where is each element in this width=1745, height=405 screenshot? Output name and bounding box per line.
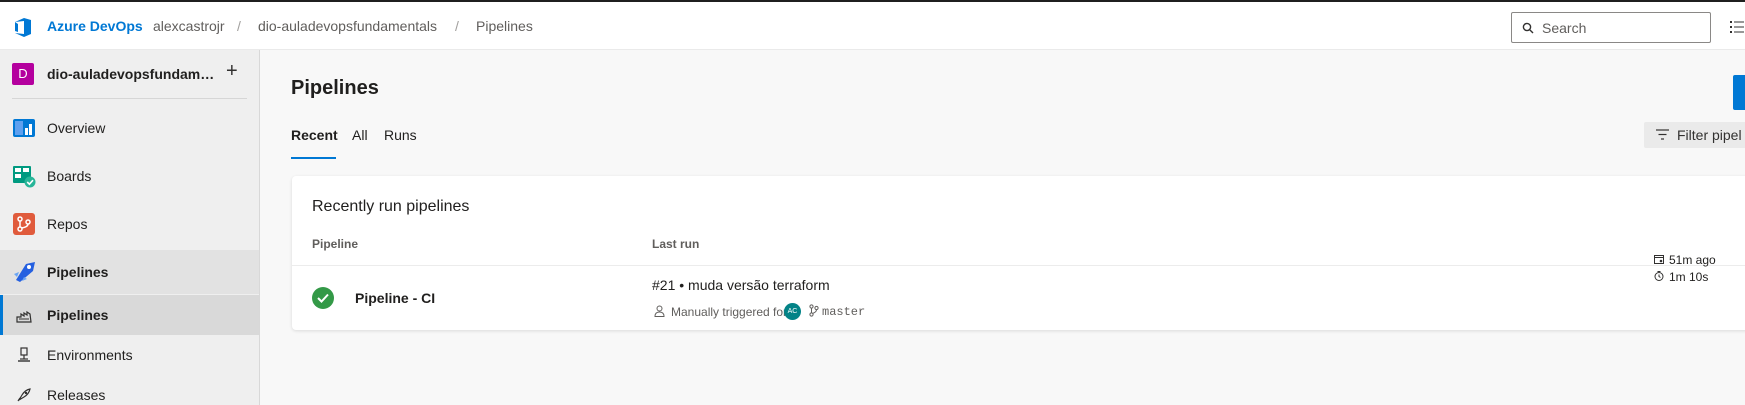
recent-pipelines-card: Recently run pipelines Pipeline Last run…: [292, 176, 1745, 330]
pipeline-name[interactable]: Pipeline - CI: [355, 290, 435, 306]
breadcrumb-separator: /: [237, 18, 241, 34]
filter-pipelines[interactable]: Filter pipel: [1644, 122, 1745, 148]
sidebar-item-repos[interactable]: Repos: [0, 202, 259, 246]
breadcrumb-organization[interactable]: alexcastrojr: [153, 18, 225, 34]
sidebar-item-overview[interactable]: Overview: [0, 106, 259, 150]
sidebar-subitem-label: Releases: [47, 387, 106, 403]
breadcrumb-separator: /: [455, 18, 459, 34]
sidebar-divider: [12, 98, 247, 99]
pipelines-icon: [14, 262, 35, 282]
sidebar-subitem-pipelines[interactable]: Pipelines: [0, 295, 259, 335]
sidebar-item-label: Boards: [47, 168, 92, 184]
avatar: AC: [784, 303, 801, 320]
sidebar-subitem-label: Environments: [47, 347, 133, 363]
project-selector[interactable]: D dio-auladevopsfundamentals +: [0, 50, 259, 98]
brand-link[interactable]: Azure DevOps: [47, 18, 143, 34]
new-pipeline-button[interactable]: [1733, 75, 1745, 110]
branch-icon: [809, 304, 819, 317]
environments-icon: [18, 347, 30, 362]
search-icon: [1522, 22, 1534, 34]
sidebar-subitem-releases[interactable]: Releases: [0, 375, 259, 405]
tab-runs[interactable]: Runs: [384, 127, 417, 143]
duration-text: 1m 10s: [1669, 270, 1709, 284]
project-avatar: D: [12, 63, 34, 85]
filter-icon: [1656, 129, 1669, 140]
sidebar-item-label: Overview: [47, 120, 106, 136]
filter-text: Filter pipel: [1677, 127, 1742, 143]
releases-icon: [17, 388, 31, 402]
calendar-icon: [1654, 255, 1664, 264]
sidebar-item-label: Repos: [47, 216, 88, 232]
sidebar-item-pipelines[interactable]: Pipelines: [0, 250, 259, 294]
sidebar-item-boards[interactable]: Boards: [0, 154, 259, 198]
tab-recent[interactable]: Recent: [291, 127, 338, 143]
person-icon: [654, 305, 665, 317]
overview-icon: [13, 119, 35, 137]
sidebar-subitem-label: Pipelines: [47, 307, 109, 323]
add-icon[interactable]: +: [226, 60, 238, 83]
boards-icon: [13, 166, 36, 188]
sidebar-item-label: Pipelines: [47, 264, 109, 280]
pipeline-rocket-icon: [16, 310, 32, 323]
search-box[interactable]: [1511, 12, 1711, 43]
row-divider: [292, 265, 1745, 266]
sidebar: D dio-auladevopsfundamentals + Overview …: [0, 50, 260, 405]
card-title: Recently run pipelines: [312, 198, 470, 215]
active-tab-indicator: [291, 157, 336, 159]
status-succeeded-icon: [312, 287, 334, 309]
task-list-icon[interactable]: [1730, 21, 1744, 33]
azure-devops-logo-icon[interactable]: [12, 16, 34, 38]
page-title: Pipelines: [291, 77, 379, 99]
clock-icon: [1654, 271, 1664, 281]
column-header-last-run: Last run: [652, 237, 700, 251]
top-bar: Azure DevOps alexcastrojr / dio-auladevo…: [0, 0, 1745, 50]
trigger-text: Manually triggered for: [671, 305, 788, 319]
project-name[interactable]: dio-auladevopsfundamentals: [47, 66, 215, 82]
search-input[interactable]: [1542, 18, 1702, 38]
column-header-pipeline: Pipeline: [312, 237, 359, 251]
sidebar-subitem-environments[interactable]: Environments: [0, 335, 259, 375]
branch-name[interactable]: master: [822, 305, 865, 319]
tab-all[interactable]: All: [352, 127, 368, 143]
run-title[interactable]: #21 • muda versão terraform: [652, 277, 830, 293]
breadcrumb-page[interactable]: Pipelines: [476, 18, 533, 34]
repos-icon: [13, 213, 35, 235]
breadcrumb-project[interactable]: dio-auladevopsfundamentals: [258, 18, 437, 34]
time-ago-text: 51m ago: [1669, 253, 1716, 267]
